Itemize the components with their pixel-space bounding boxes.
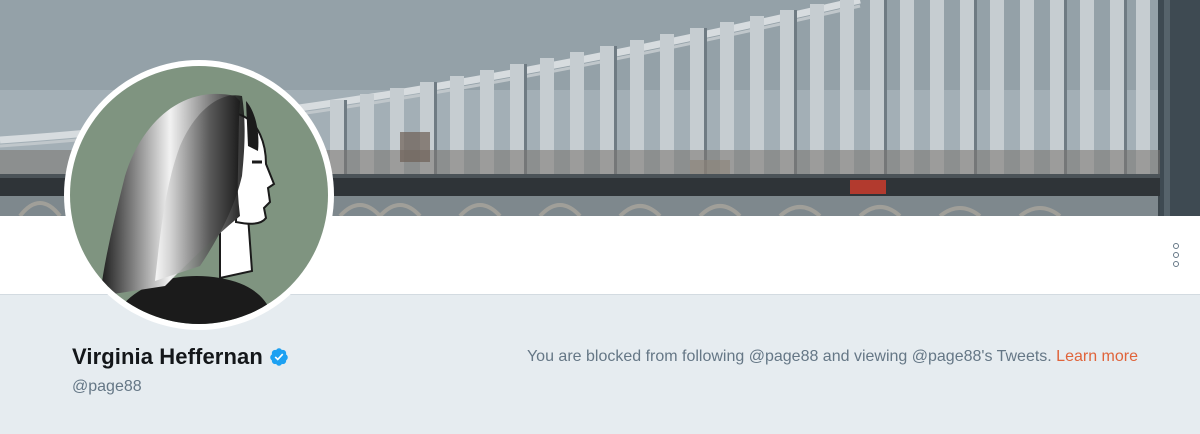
- verified-badge-icon: [270, 348, 288, 366]
- blocked-notice: You are blocked from following @page88 a…: [527, 348, 1138, 366]
- more-options-button[interactable]: [1166, 242, 1186, 268]
- blocked-notice-text: You are blocked from following @page88 a…: [526, 348, 1057, 365]
- profile-display-name[interactable]: Virginia Heffernan: [72, 344, 263, 370]
- more-vertical-icon: [1173, 243, 1179, 249]
- profile-handle: @page88: [72, 378, 142, 395]
- profile-name-row: Virginia Heffernan: [72, 344, 289, 370]
- profile-avatar[interactable]: [64, 60, 334, 330]
- learn-more-link[interactable]: Learn more: [1056, 348, 1138, 365]
- avatar-illustration: [70, 66, 328, 324]
